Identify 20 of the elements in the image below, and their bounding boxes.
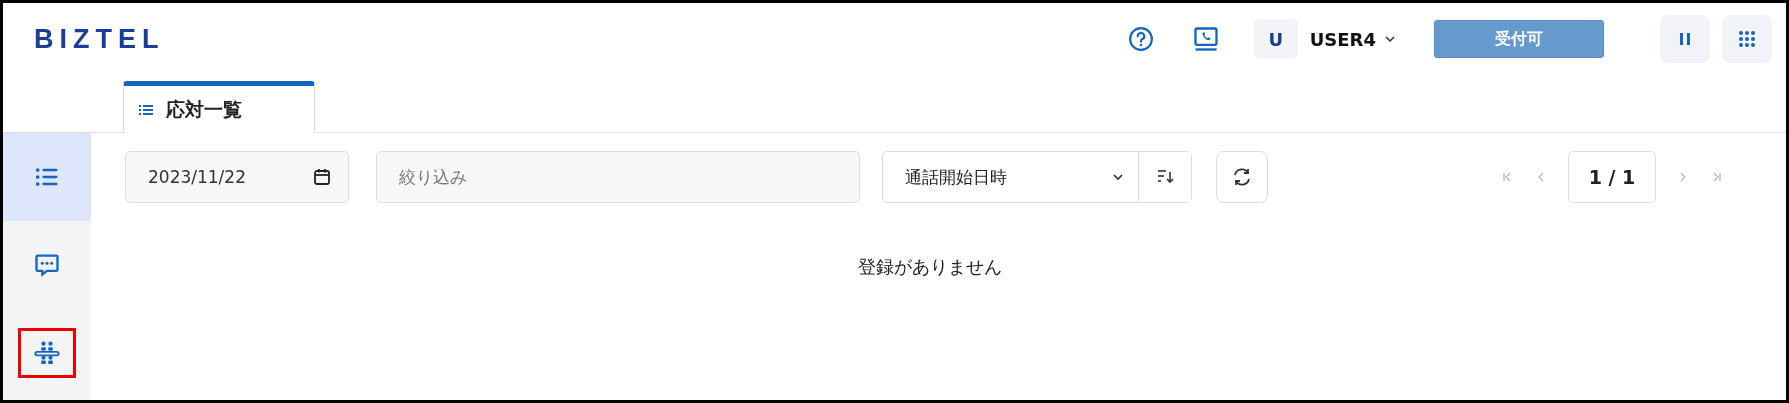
empty-message: 登録がありません <box>856 255 1003 279</box>
page-indicator: 1 / 1 <box>1568 151 1656 203</box>
calendar-icon <box>312 167 332 187</box>
tab[interactable]: 応対一覧 <box>123 81 315 133</box>
grid-icon <box>1737 29 1757 49</box>
user-avatar[interactable]: U <box>1253 19 1298 59</box>
pause-button[interactable] <box>1660 15 1710 63</box>
date-field[interactable]: 2023/11/22 <box>125 151 349 203</box>
user-menu[interactable]: USER4 <box>1309 28 1396 50</box>
apps-button[interactable] <box>1722 15 1772 63</box>
help-icon[interactable] <box>1127 26 1154 52</box>
first-page-icon <box>1501 171 1513 183</box>
filter-field[interactable]: 絞り込み <box>376 151 860 203</box>
caret-icon <box>1112 171 1124 183</box>
phone-monitor-icon[interactable] <box>1191 25 1220 53</box>
last-page-icon <box>1711 171 1723 183</box>
refresh-button[interactable] <box>1216 151 1268 203</box>
caret-icon <box>1384 33 1396 45</box>
group-icon <box>33 339 61 367</box>
logo: BIZTEL <box>34 23 165 55</box>
